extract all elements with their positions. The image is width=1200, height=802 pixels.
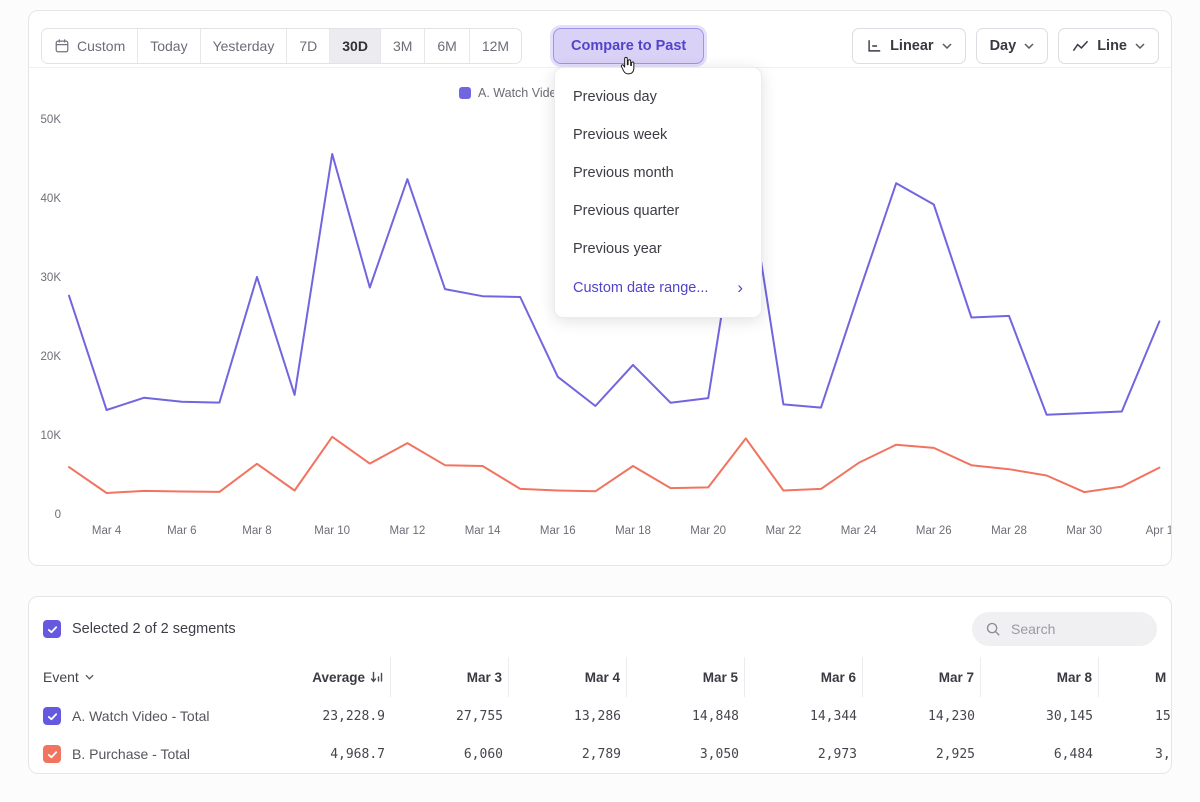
menu-item-custom-date-range[interactable]: Custom date range... ›	[555, 268, 761, 307]
menu-item-previous-year[interactable]: Previous year	[555, 230, 761, 268]
legend-swatch	[459, 87, 471, 99]
chart-type-label: Line	[1097, 38, 1127, 54]
row-checkbox[interactable]	[43, 745, 61, 763]
menu-item-previous-quarter[interactable]: Previous quarter	[555, 192, 761, 230]
x-axis-label: Mar 22	[765, 525, 801, 537]
column-header-average[interactable]: Average	[279, 657, 391, 697]
preset-30d[interactable]: 30D	[329, 29, 380, 63]
menu-item-previous-month[interactable]: Previous month	[555, 154, 761, 192]
x-axis-label: Mar 24	[841, 525, 877, 537]
chart-card: Custom Today Yesterday 7D 30D 3M 6M 12M …	[28, 10, 1172, 566]
table-row: A. Watch Video - Total 23,228.9 27,755 1…	[29, 697, 1171, 735]
compare-to-past-button[interactable]: Compare to Past	[553, 28, 704, 64]
scale-label: Linear	[890, 38, 934, 54]
cell-value: 14,344	[745, 697, 863, 735]
date-range-group: Custom Today Yesterday 7D 30D 3M 6M 12M	[41, 28, 522, 64]
table-row: B. Purchase - Total 4,968.7 6,060 2,789 …	[29, 735, 1171, 773]
column-header-date: Mar 3	[391, 657, 509, 697]
cell-value: 2,925	[863, 735, 981, 773]
menu-item-previous-day[interactable]: Previous day	[555, 78, 761, 116]
chart-type-select[interactable]: Line	[1058, 28, 1159, 64]
column-header-event[interactable]: Event	[29, 657, 279, 697]
cell-average: 23,228.9	[279, 697, 391, 735]
cell-value: 2,973	[745, 735, 863, 773]
chevron-down-icon	[1024, 43, 1034, 49]
preset-7d[interactable]: 7D	[286, 29, 329, 63]
cell-value: 14,848	[627, 697, 745, 735]
segments-selected-label: Selected 2 of 2 segments	[72, 621, 236, 637]
line-chart-icon	[1072, 39, 1089, 53]
cell-value: 6,060	[391, 735, 509, 773]
calendar-icon	[54, 38, 70, 54]
row-label: B. Purchase - Total	[72, 746, 190, 762]
segments-table: Event Average Mar 3 Mar 4 Mar 5 Mar 6 Ma…	[29, 657, 1171, 773]
x-axis-label: Mar 10	[314, 525, 350, 537]
cell-value: 3,050	[627, 735, 745, 773]
x-axis-label: Mar 30	[1066, 525, 1102, 537]
toolbar: Custom Today Yesterday 7D 30D 3M 6M 12M …	[29, 11, 1171, 68]
search-input[interactable]	[1009, 620, 1144, 638]
x-axis-label: Apr 1	[1146, 525, 1172, 537]
cell-value: 27,755	[391, 697, 509, 735]
chart-controls: Linear Day Line	[852, 28, 1159, 64]
purchase-line	[69, 437, 1159, 493]
sort-icon	[370, 671, 384, 683]
granularity-select[interactable]: Day	[976, 28, 1049, 64]
x-axis-label: Mar 14	[465, 525, 501, 537]
row-label: A. Watch Video - Total	[72, 708, 209, 724]
segments-header: Selected 2 of 2 segments	[29, 597, 1171, 657]
preset-today[interactable]: Today	[137, 29, 199, 63]
chevron-down-icon	[85, 674, 94, 680]
chevron-right-icon: ›	[737, 279, 743, 296]
menu-item-previous-week[interactable]: Previous week	[555, 116, 761, 154]
scale-select[interactable]: Linear	[852, 28, 966, 64]
table-header-row: Event Average Mar 3 Mar 4 Mar 5 Mar 6 Ma…	[29, 657, 1171, 697]
x-axis-label: Mar 12	[389, 525, 425, 537]
search-icon	[985, 621, 1001, 637]
x-axis-label: Mar 16	[540, 525, 576, 537]
cell-average: 4,968.7	[279, 735, 391, 773]
search-box	[972, 612, 1157, 646]
cell-value: 14,230	[863, 697, 981, 735]
segments-card: Selected 2 of 2 segments Event Average	[28, 596, 1172, 774]
preset-yesterday[interactable]: Yesterday	[200, 29, 287, 63]
cell-value: 6,484	[981, 735, 1099, 773]
x-axis-label: Mar 18	[615, 525, 651, 537]
column-header-date-clipped: M	[1099, 657, 1172, 697]
x-axis-label: Mar 20	[690, 525, 726, 537]
linear-scale-icon	[866, 38, 882, 54]
column-header-date: Mar 6	[745, 657, 863, 697]
custom-range-label: Custom	[77, 38, 125, 54]
custom-date-range-label: Custom date range...	[573, 280, 708, 296]
granularity-label: Day	[990, 38, 1017, 54]
x-axis-label: Mar 4	[92, 525, 121, 537]
preset-3m[interactable]: 3M	[380, 29, 424, 63]
cell-value: 13,286	[509, 697, 627, 735]
x-axis-label: Mar 28	[991, 525, 1027, 537]
column-header-date: Mar 5	[627, 657, 745, 697]
column-header-date: Mar 4	[509, 657, 627, 697]
preset-6m[interactable]: 6M	[424, 29, 468, 63]
row-checkbox[interactable]	[43, 707, 61, 725]
cell-value-clipped: 3,	[1099, 735, 1172, 773]
compare-dropdown-menu: Previous day Previous week Previous mont…	[554, 67, 762, 318]
preset-12m[interactable]: 12M	[469, 29, 521, 63]
chevron-down-icon	[1135, 43, 1145, 49]
column-header-date: Mar 8	[981, 657, 1099, 697]
custom-range-button[interactable]: Custom	[42, 29, 137, 63]
cell-value: 30,145	[981, 697, 1099, 735]
select-all-checkbox[interactable]	[43, 620, 61, 638]
chevron-down-icon	[942, 43, 952, 49]
x-axis-label: Mar 8	[242, 525, 271, 537]
column-header-date: Mar 7	[863, 657, 981, 697]
cell-value-clipped: 15,	[1099, 697, 1172, 735]
x-axis-label: Mar 26	[916, 525, 952, 537]
x-axis-label: Mar 6	[167, 525, 196, 537]
cell-value: 2,789	[509, 735, 627, 773]
